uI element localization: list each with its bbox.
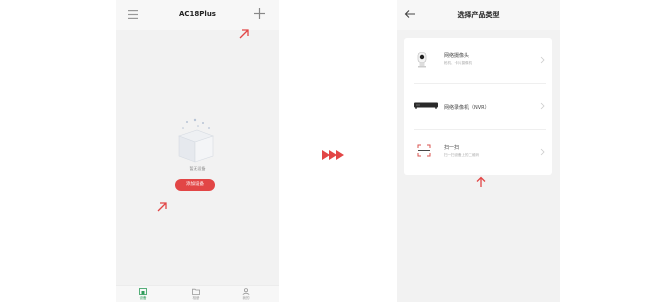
nvr-icon [414, 102, 438, 109]
next-step-arrows-icon [322, 150, 344, 160]
user-icon [242, 288, 250, 295]
chevron-right-icon [540, 148, 545, 156]
arrow-icon [476, 176, 486, 187]
top-bar: AC18Plus [116, 0, 279, 30]
folder-icon [192, 288, 200, 295]
tab-profile[interactable]: 我的 [234, 288, 258, 301]
chevron-right-icon [540, 102, 545, 110]
home-icon [139, 288, 147, 295]
product-title: 网络摄像头 [444, 53, 470, 59]
empty-box-icon [178, 118, 214, 163]
tab-devices[interactable]: 设备 [131, 288, 155, 301]
empty-state-text: 暂无设备 [189, 166, 206, 171]
scan-icon [417, 144, 431, 157]
select-product-type-screen: 选择产品类型 网络摄像头 枪机、卡片摄像机 网络录像机（NVR） 扫一扫 扫一扫… [397, 0, 560, 302]
tab-label: 设备 [139, 296, 147, 300]
chevron-right-icon [540, 56, 545, 64]
product-desc: 扫一扫设备上的二维码 [444, 153, 479, 157]
tab-label: 我的 [242, 296, 250, 300]
product-type-list: 网络摄像头 枪机、卡片摄像机 网络录像机（NVR） 扫一扫 扫一扫设备上的二维码 [404, 38, 552, 175]
arrow-icon [157, 202, 167, 212]
list-item-scan[interactable]: 扫一扫 扫一扫设备上的二维码 [404, 130, 552, 175]
list-item-ip-camera[interactable]: 网络摄像头 枪机、卡片摄像机 [404, 38, 552, 83]
page-title: 选择产品类型 [457, 11, 500, 19]
product-title: 扫一扫 [444, 145, 460, 151]
product-desc: 枪机、卡片摄像机 [444, 61, 472, 65]
list-item-nvr[interactable]: 网络录像机（NVR） [404, 84, 552, 129]
tab-album[interactable]: 相册 [184, 288, 208, 301]
plus-icon[interactable] [254, 8, 265, 19]
arrow-icon [239, 29, 249, 39]
device-list-screen: AC18Plus 暂无设备 添加设备 设备 相册 我的 [116, 0, 279, 302]
top-bar: 选择产品类型 [397, 0, 560, 30]
product-title: 网络录像机（NVR） [444, 105, 490, 111]
add-device-button[interactable]: 添加设备 [175, 179, 215, 191]
camera-icon [417, 52, 427, 68]
bottom-tab-bar: 设备 相册 我的 [116, 285, 279, 302]
tab-label: 相册 [192, 296, 200, 300]
